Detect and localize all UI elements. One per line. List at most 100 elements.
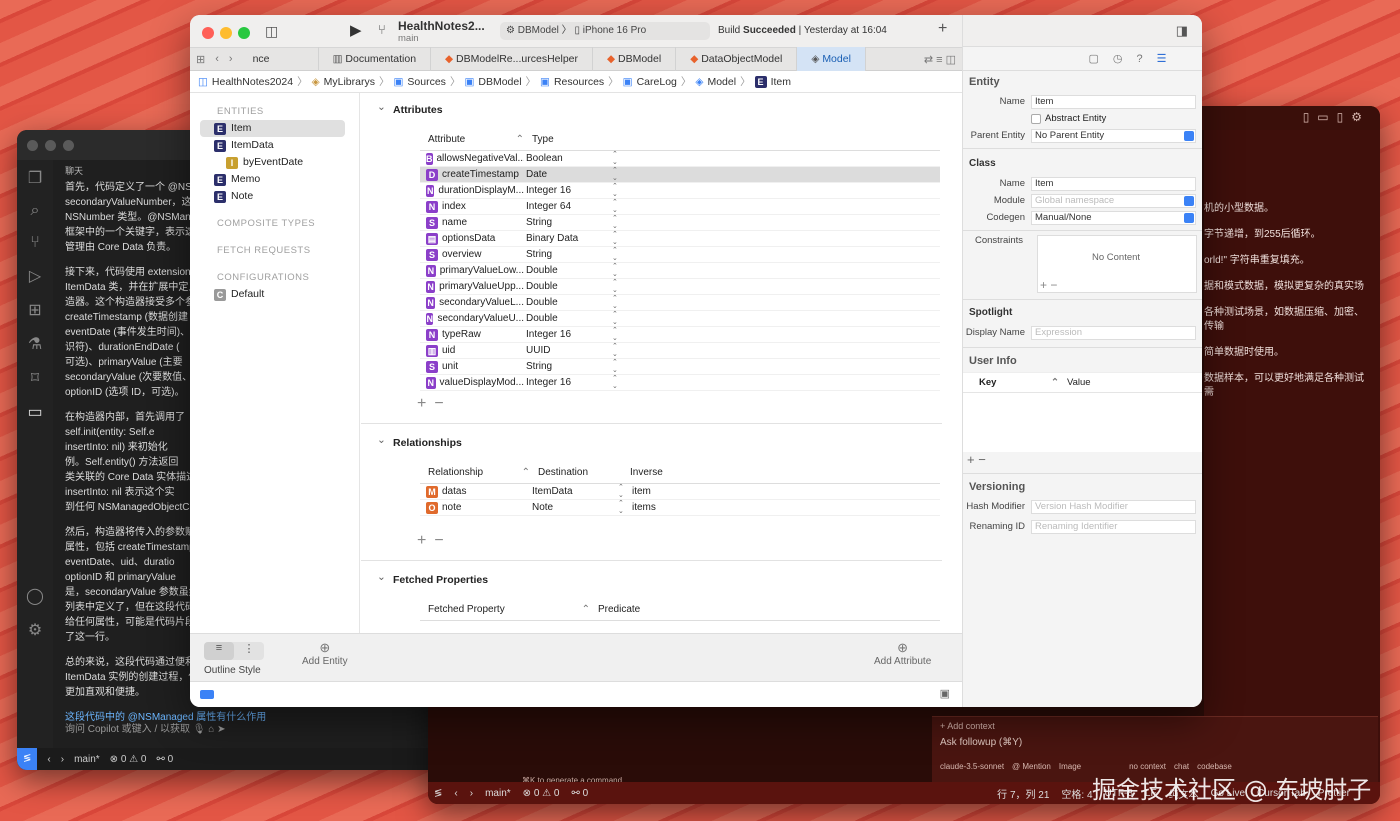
user-info-add-remove[interactable]: + − bbox=[963, 452, 1202, 467]
add-context-button[interactable]: + Add context bbox=[940, 721, 1370, 731]
attribute-type-popup[interactable]: Double bbox=[524, 295, 620, 311]
attribute-type-popup[interactable]: Integer 64 bbox=[524, 199, 620, 215]
entity-item[interactable]: E Note bbox=[190, 188, 359, 205]
attribute-row[interactable]: NtypeRaw Integer 16 bbox=[420, 327, 940, 343]
minimize-dot[interactable] bbox=[45, 139, 56, 151]
attribute-row[interactable]: DcreateTimestamp Date bbox=[420, 167, 940, 183]
attribute-type-popup[interactable]: String bbox=[524, 247, 620, 263]
debug-icon[interactable]: ▷ bbox=[29, 266, 41, 286]
fetch-requests-header[interactable]: FETCH REQUESTS bbox=[190, 242, 359, 259]
module-popup[interactable]: Global namespace bbox=[1031, 193, 1196, 208]
add-entity-button[interactable]: ⊕ Add Entity bbox=[302, 640, 348, 667]
hash-modifier-field[interactable]: Version Hash Modifier bbox=[1031, 499, 1196, 514]
breadcrumb-item[interactable]: HealthNotes2024 bbox=[212, 76, 293, 88]
close-dot[interactable] bbox=[27, 139, 38, 151]
attribute-row[interactable]: NprimaryValueUpp... Double bbox=[420, 279, 940, 295]
chat-input[interactable]: 询问 Copilot 或键入 / 以获取 🎙 ⌂ ➤ bbox=[65, 722, 225, 737]
relationship-add-remove[interactable]: +− bbox=[417, 532, 962, 550]
editor-tab[interactable]: ▥ Documentation bbox=[319, 47, 432, 71]
breadcrumb-item[interactable]: Item bbox=[771, 76, 791, 88]
col-fetched-property[interactable]: Fetched Property ⌃ bbox=[420, 599, 590, 620]
attribute-row[interactable]: NprimaryValueLow... Double bbox=[420, 263, 940, 279]
breadcrumb-item[interactable]: Sources bbox=[407, 76, 446, 88]
relationships-section-toggle[interactable]: Relationships bbox=[361, 427, 962, 456]
debug-toggle-icon[interactable]: ▣ bbox=[940, 687, 950, 700]
nav-forward-icon[interactable]: › bbox=[61, 754, 64, 765]
add-icon[interactable]: + bbox=[938, 20, 947, 38]
attribute-row[interactable]: NsecondaryValueL... Double bbox=[420, 295, 940, 311]
breadcrumb-item[interactable]: DBModel bbox=[478, 76, 521, 88]
grid-icon[interactable]: ⊞ bbox=[190, 53, 211, 66]
sidebar-toggle-icon[interactable]: ◫ bbox=[265, 23, 278, 40]
constraints-list[interactable]: No Content + − bbox=[1037, 235, 1197, 293]
close-button[interactable] bbox=[202, 27, 214, 39]
configuration-item[interactable]: C Default bbox=[190, 286, 359, 303]
nav-forward-icon[interactable]: › bbox=[470, 788, 473, 799]
editor-tab[interactable]: ◆ DBModel bbox=[593, 47, 677, 71]
problems-status[interactable]: ⊗ 0 ⚠ 0 bbox=[523, 788, 560, 799]
related-items-icon[interactable]: ⇄ ≡ ◫ bbox=[918, 53, 962, 66]
nav-back-icon[interactable]: ‹ bbox=[454, 788, 457, 799]
branch-status[interactable]: main* bbox=[74, 754, 100, 765]
zoom-button[interactable] bbox=[238, 27, 250, 39]
relationship-row[interactable]: MdatasItemDataitem bbox=[420, 484, 940, 500]
attribute-type-popup[interactable]: UUID bbox=[524, 343, 620, 359]
attribute-row[interactable]: ▤ optionsData Binary Data bbox=[420, 231, 940, 247]
entity-item[interactable]: E ItemData bbox=[190, 137, 359, 154]
history-inspector-icon[interactable]: ◷ bbox=[1113, 52, 1123, 65]
entity-name-field[interactable]: Item bbox=[1031, 94, 1196, 109]
scheme-selector[interactable]: ⚙ DBModel 〉 ▯ iPhone 16 Pro bbox=[500, 22, 710, 40]
debug-area-indicator[interactable] bbox=[200, 690, 214, 699]
remote-indicator[interactable]: ≶ bbox=[434, 788, 442, 799]
table-style-icon[interactable]: ≡ bbox=[204, 642, 234, 660]
account-icon[interactable]: ◯ bbox=[26, 586, 44, 606]
class-name-field[interactable]: Item bbox=[1031, 176, 1196, 191]
attributes-inspector-icon[interactable]: ☰ bbox=[1157, 52, 1167, 65]
parent-entity-popup[interactable]: No Parent Entity bbox=[1031, 128, 1196, 143]
attribute-type-popup[interactable]: Integer 16 bbox=[524, 183, 620, 199]
attribute-row[interactable]: Nindex Integer 64 bbox=[420, 199, 940, 215]
col-inverse[interactable]: Inverse bbox=[630, 462, 663, 483]
help-inspector-icon[interactable]: ? bbox=[1137, 53, 1143, 65]
breadcrumb-item[interactable]: Resources bbox=[554, 76, 604, 88]
branch-icon[interactable]: ⑂ bbox=[378, 22, 386, 37]
editor-tab[interactable]: ◆ DBModelRe...urcesHelper bbox=[431, 47, 593, 71]
composite-types-header[interactable]: COMPOSITE TYPES bbox=[190, 215, 359, 232]
attribute-type-popup[interactable]: Double bbox=[524, 263, 620, 279]
indent-status[interactable]: 空格: 4 bbox=[1061, 786, 1092, 801]
attribute-type-popup[interactable]: Date bbox=[524, 167, 620, 183]
add-attribute-button[interactable]: ⊕ Add Attribute bbox=[874, 640, 931, 667]
attribute-row[interactable]: ▥ uid UUID bbox=[420, 343, 940, 359]
chat-icon[interactable]: ▭ bbox=[27, 402, 42, 422]
col-predicate[interactable]: Predicate bbox=[590, 599, 640, 620]
editor-tab[interactable]: ◈ Model bbox=[797, 47, 866, 71]
branch-status[interactable]: main* bbox=[485, 788, 511, 799]
entity-item[interactable]: E Item bbox=[200, 120, 345, 137]
mention-button[interactable]: @ Mention bbox=[1012, 762, 1051, 771]
col-value[interactable]: Value bbox=[1059, 373, 1091, 392]
constraints-add-remove[interactable]: + − bbox=[1040, 278, 1057, 292]
fetched-properties-section-toggle[interactable]: Fetched Properties bbox=[361, 564, 962, 593]
remote-indicator[interactable]: ≶ bbox=[17, 748, 38, 770]
model-selector[interactable]: claude-3.5-sonnet bbox=[940, 762, 1004, 771]
attribute-type-popup[interactable]: Double bbox=[524, 279, 620, 295]
editor-tab[interactable]: nce bbox=[239, 47, 319, 71]
source-control-icon[interactable]: ⑂ bbox=[30, 234, 40, 252]
search-icon[interactable]: ⌕ bbox=[31, 202, 40, 220]
col-relationship[interactable]: Relationship ⌃ bbox=[420, 462, 530, 483]
attributes-section-toggle[interactable]: Attributes bbox=[361, 94, 962, 123]
extensions-icon[interactable]: ⊞ bbox=[28, 300, 41, 320]
attribute-type-popup[interactable]: Binary Data bbox=[524, 231, 620, 247]
image-button[interactable]: Image bbox=[1059, 762, 1081, 771]
outline-style-toggle[interactable]: ≡ ⋮ bbox=[204, 642, 264, 660]
inverse-popup[interactable]: item bbox=[626, 484, 651, 500]
editor-tab[interactable]: ◆ DataObjectModel bbox=[676, 47, 798, 71]
inverse-popup[interactable]: items bbox=[626, 500, 656, 516]
relationship-row[interactable]: OnoteNoteitems bbox=[420, 500, 940, 516]
attribute-type-popup[interactable]: String bbox=[524, 215, 620, 231]
attribute-type-popup[interactable]: Integer 16 bbox=[524, 327, 620, 343]
renaming-id-field[interactable]: Renaming Identifier bbox=[1031, 519, 1196, 534]
layout-icons[interactable]: ▯▭▯⚙ bbox=[1303, 110, 1370, 124]
attribute-row[interactable]: NsecondaryValueU... Double bbox=[420, 311, 940, 327]
breadcrumb-item[interactable]: CareLog bbox=[637, 76, 677, 88]
